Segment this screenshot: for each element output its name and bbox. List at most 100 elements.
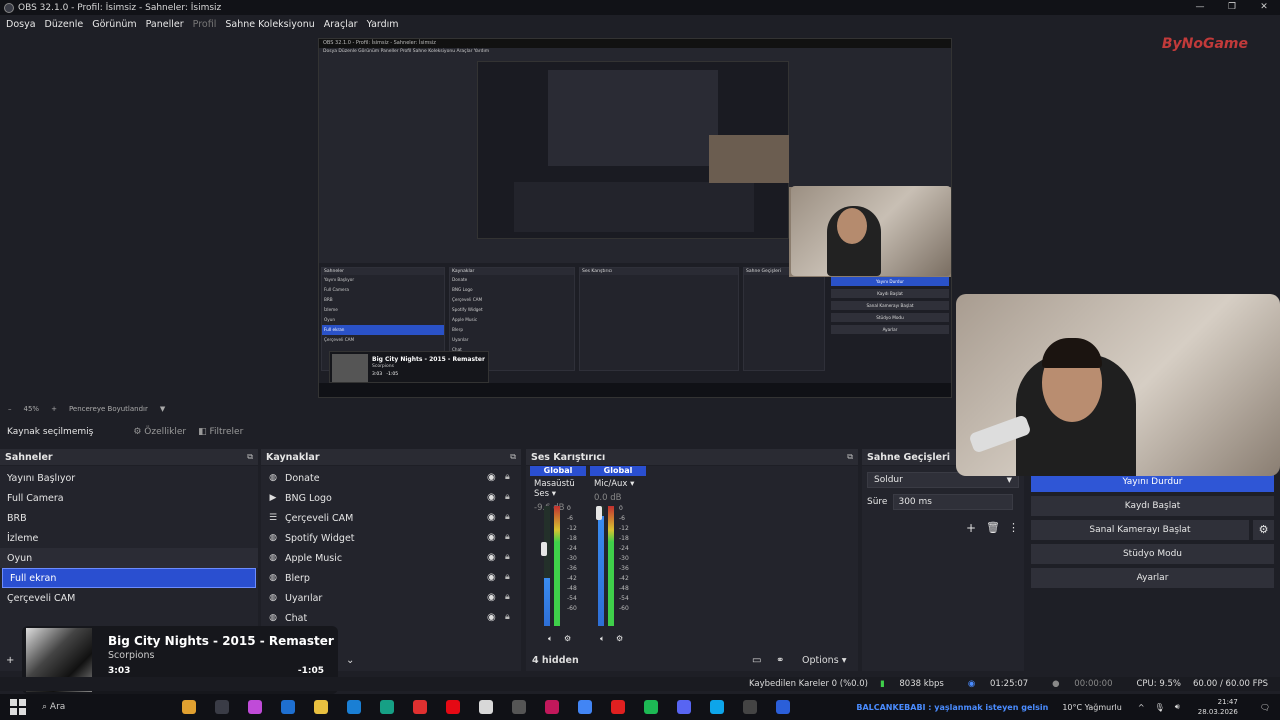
source-item[interactable]: ◍ Uyarılar ◉ 🔒︎ xyxy=(261,588,521,608)
hidden-count[interactable]: 4 hidden xyxy=(532,655,579,666)
source-item[interactable]: ◍ Apple Music ◉ 🔒︎ xyxy=(261,548,521,568)
source-item[interactable]: ▶ BNG Logo ◉ 🔒︎ xyxy=(261,488,521,508)
gear-icon[interactable]: ⚙ xyxy=(616,634,623,643)
layout-icon[interactable]: ▭ xyxy=(752,655,761,666)
eye-icon[interactable]: ◉ xyxy=(487,472,496,483)
taskbar-app-icon[interactable] xyxy=(710,700,724,714)
menu-tools[interactable]: Araçlar xyxy=(324,19,358,30)
link-icon[interactable]: ⚭ xyxy=(776,655,784,666)
taskbar-app-icon[interactable] xyxy=(182,700,196,714)
zoom-plus-icon[interactable]: + xyxy=(51,405,57,413)
taskbar-app-icon[interactable] xyxy=(446,700,460,714)
taskbar-app-icon[interactable] xyxy=(776,700,790,714)
studio-mode-button[interactable]: Stüdyo Modu xyxy=(1031,544,1274,564)
taskbar-app-icon[interactable] xyxy=(479,700,493,714)
taskbar-app-icon[interactable] xyxy=(578,700,592,714)
notification-icon[interactable]: 🗨︎ xyxy=(1260,703,1270,712)
filters-button[interactable]: ◧ Filtreler xyxy=(198,427,243,437)
source-item[interactable]: ◍ Donate ◉ 🔒︎ xyxy=(261,468,521,488)
source-item[interactable]: ◍ Spotify Widget ◉ 🔒︎ xyxy=(261,528,521,548)
lock-icon[interactable]: 🔒︎ xyxy=(505,552,510,562)
maximize-button[interactable]: ❐ xyxy=(1216,0,1248,15)
menu-file[interactable]: Dosya xyxy=(6,19,36,30)
menu-edit[interactable]: Düzenle xyxy=(45,19,84,30)
resize-to-window[interactable]: Pencereye Boyutlandır xyxy=(69,405,148,413)
eye-icon[interactable]: ◉ xyxy=(487,612,496,623)
menu-profile[interactable]: Profil xyxy=(193,19,217,30)
chevron-up-icon[interactable]: ^ xyxy=(1138,703,1145,712)
menu-view[interactable]: Görünüm xyxy=(92,19,136,30)
scene-item-selected[interactable]: Full ekran xyxy=(2,568,256,588)
lock-icon[interactable]: 🔒︎ xyxy=(505,472,510,482)
zoom-dropdown-icon[interactable]: ▼ xyxy=(160,405,165,413)
source-item[interactable]: ☰ Çerçeveli CAM ◉ 🔒︎ xyxy=(261,508,521,528)
eye-icon[interactable]: ◉ xyxy=(487,572,496,583)
zoom-level[interactable]: 45% xyxy=(24,405,40,413)
volume-fader[interactable] xyxy=(596,506,602,520)
taskbar-app-icon[interactable] xyxy=(611,700,625,714)
add-scene-icon[interactable]: + xyxy=(6,655,14,666)
channel-name[interactable]: Masaüstü Ses ▾ xyxy=(530,479,586,499)
start-recording-button[interactable]: Kaydı Başlat xyxy=(1031,496,1274,516)
settings-button[interactable]: Ayarlar xyxy=(1031,568,1274,588)
taskbar-app-icon[interactable] xyxy=(413,700,427,714)
taskbar-app-icon[interactable] xyxy=(347,700,361,714)
lock-icon[interactable]: 🔒︎ xyxy=(505,612,510,622)
lock-icon[interactable]: 🔒︎ xyxy=(505,512,510,522)
taskbar-app-icon[interactable] xyxy=(248,700,262,714)
taskbar-search[interactable]: ⌕ Ara xyxy=(42,702,182,712)
taskbar-app-icon[interactable] xyxy=(545,700,559,714)
scene-item[interactable]: Full Camera xyxy=(0,488,258,508)
scene-item[interactable]: Yayını Başlıyor xyxy=(0,468,258,488)
minimize-button[interactable]: — xyxy=(1184,0,1216,15)
eye-icon[interactable]: ◉ xyxy=(487,492,496,503)
eye-icon[interactable]: ◉ xyxy=(487,592,496,603)
scene-item[interactable]: İzleme xyxy=(0,528,258,548)
gear-icon[interactable]: ⚙ xyxy=(1253,520,1274,540)
eye-icon[interactable]: ◉ xyxy=(487,552,496,563)
speaker-icon[interactable]: 🔈︎ xyxy=(548,634,553,644)
windows-start-icon[interactable] xyxy=(10,699,26,715)
gear-icon[interactable]: ⚙ xyxy=(564,634,571,643)
menu-help[interactable]: Yardım xyxy=(367,19,399,30)
menu-docks[interactable]: Paneller xyxy=(146,19,184,30)
source-item[interactable]: ◍ Chat ◉ 🔒︎ xyxy=(261,608,521,628)
dock-float-icon[interactable]: ⧉ xyxy=(510,452,516,462)
properties-button[interactable]: ⚙ Özellikler xyxy=(133,427,186,437)
scene-item[interactable]: Çerçeveli CAM xyxy=(0,588,258,608)
lock-icon[interactable]: 🔒︎ xyxy=(505,592,510,602)
dock-float-icon[interactable]: ⧉ xyxy=(847,452,853,462)
start-virtual-camera-button[interactable]: Sanal Kamerayı Başlat xyxy=(1031,520,1249,540)
lock-icon[interactable]: 🔒︎ xyxy=(505,572,510,582)
scene-item[interactable]: BRB xyxy=(0,508,258,528)
taskbar-app-icon[interactable] xyxy=(380,700,394,714)
clock[interactable]: 21:47 28.03.2026 xyxy=(1198,697,1238,717)
speaker-icon[interactable]: 🔈︎ xyxy=(600,634,605,644)
taskbar-app-icon[interactable] xyxy=(314,700,328,714)
eye-icon[interactable]: ◉ xyxy=(487,532,496,543)
volume-icon[interactable]: 🔊︎ xyxy=(1175,702,1180,712)
mic-icon[interactable]: 🎙︎ xyxy=(1155,703,1165,712)
scene-item[interactable]: Oyun xyxy=(0,548,258,568)
menu-scene-collection[interactable]: Sahne Koleksiyonu xyxy=(225,19,314,30)
source-item[interactable]: ◍ Blerp ◉ 🔒︎ xyxy=(261,568,521,588)
volume-fader[interactable] xyxy=(541,542,547,556)
dock-float-icon[interactable]: ⧉ xyxy=(247,452,253,462)
taskbar-app-icon[interactable] xyxy=(281,700,295,714)
trash-icon[interactable]: 🗑︎ xyxy=(986,521,1000,534)
chevron-down-icon[interactable]: ⌄ xyxy=(346,655,354,666)
taskbar-app-icon[interactable] xyxy=(215,700,229,714)
more-icon[interactable]: ⋮ xyxy=(1008,521,1019,534)
lock-icon[interactable]: 🔒︎ xyxy=(505,492,510,502)
add-transition-icon[interactable]: + xyxy=(966,521,976,535)
taskbar-app-icon[interactable] xyxy=(512,700,526,714)
close-button[interactable]: ✕ xyxy=(1248,0,1280,15)
options-button[interactable]: Options ▾ xyxy=(802,655,846,666)
taskbar-app-icon[interactable] xyxy=(677,700,691,714)
eye-icon[interactable]: ◉ xyxy=(487,512,496,523)
channel-name[interactable]: Mic/Aux ▾ xyxy=(590,479,646,489)
lock-icon[interactable]: 🔒︎ xyxy=(505,532,510,542)
taskbar-app-icon[interactable] xyxy=(644,700,658,714)
taskbar-app-icon[interactable] xyxy=(743,700,757,714)
zoom-minus-icon[interactable]: – xyxy=(8,405,12,413)
